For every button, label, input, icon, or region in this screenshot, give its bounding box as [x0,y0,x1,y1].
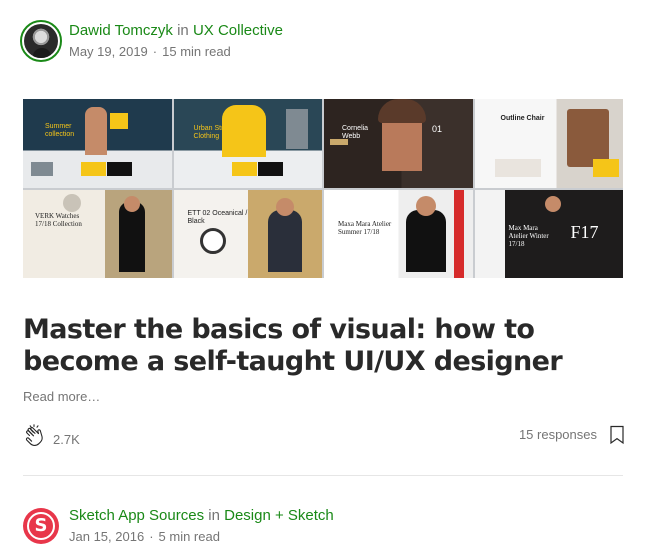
in-label: in [208,507,220,524]
post1-author-row: Dawid Tomczyk in UX Collective May 19, 2… [20,20,283,62]
hero-tile-3: Cornelia Webb 01 [324,99,473,188]
post-date[interactable]: Jan 15, 2016 [69,529,144,544]
publication-link[interactable]: UX Collective [193,22,283,39]
read-time: 15 min read [162,44,231,59]
responses-link[interactable]: 15 responses [519,427,597,442]
author-link[interactable]: Sketch App Sources [69,507,204,524]
hero-tile-5: VERK Watches 17/18 Collection [23,189,172,278]
clap-count[interactable]: 2.7K [53,432,80,447]
post2-meta: Sketch App Sources in Design + Sketch Ja… [69,507,334,544]
post-date[interactable]: May 19, 2019 [69,44,148,59]
hero-tile-6: ETT 02 Oceanical / Black [173,189,322,278]
post-actions: 2.7K 15 responses [23,422,625,450]
post-hero-image[interactable]: Summer collection Urban Street Clothing … [23,99,623,278]
post-divider [23,475,623,476]
clap-icon[interactable] [23,424,48,454]
author-avatar[interactable] [20,20,62,62]
bookmark-button[interactable] [609,425,625,450]
post-title[interactable]: Master the basics of visual: how to beco… [23,314,623,378]
read-time: 5 min read [158,529,220,544]
post1-meta: Dawid Tomczyk in UX Collective May 19, 2… [69,22,283,59]
hero-tile-7: Maxa Mara Atelier Summer 17/18 [324,189,473,278]
hero-tile-8: Max Mara Atelier Winter 17/18 F17 [474,189,623,278]
hero-tile-4: Outline Chair [474,99,623,188]
publication-link[interactable]: Design + Sketch [224,507,334,524]
bookmark-icon[interactable] [609,425,625,449]
clap-button[interactable]: 2.7K [23,424,80,454]
post2-author-row: S Sketch App Sources in Design + Sketch … [20,506,334,546]
sketch-avatar[interactable]: S [23,508,59,544]
in-label: in [177,22,189,39]
sketch-logo-icon: S [27,512,55,540]
hero-tile-1: Summer collection [23,99,172,188]
hero-tile-2: Urban Street Clothing [173,99,322,188]
read-more-link[interactable]: Read more… [23,389,100,404]
feed-page: Dawid Tomczyk in UX Collective May 19, 2… [0,0,646,559]
author-link[interactable]: Dawid Tomczyk [69,22,173,39]
